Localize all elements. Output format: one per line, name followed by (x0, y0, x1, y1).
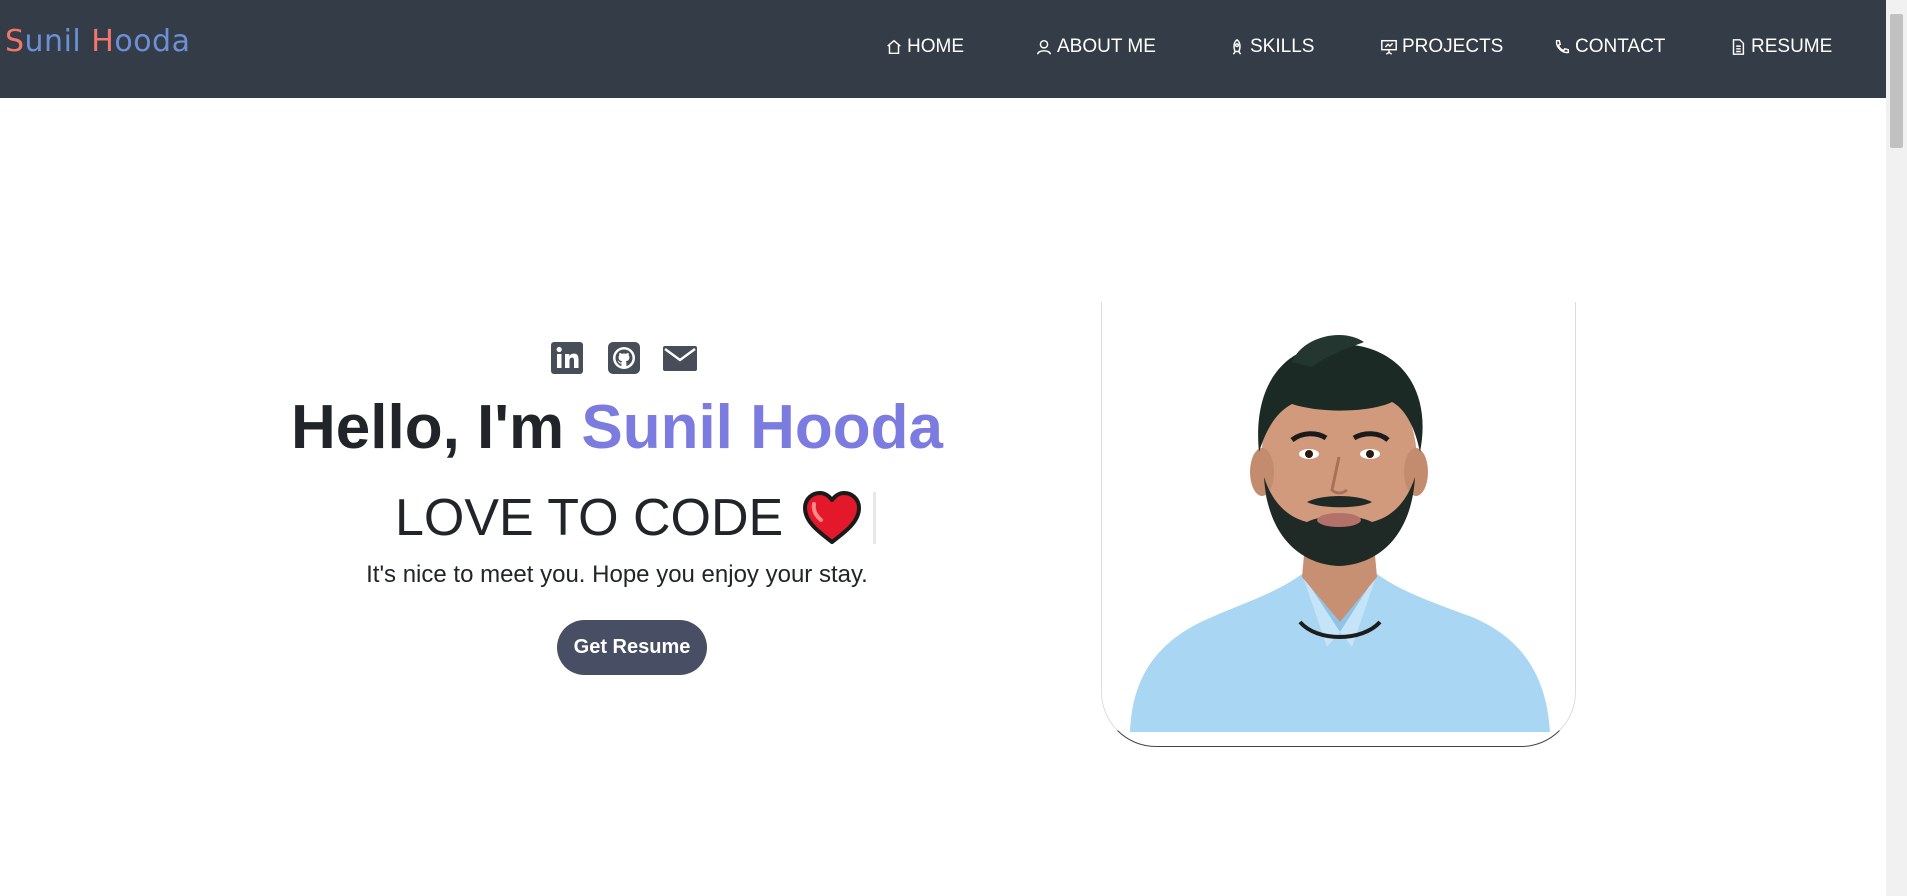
page-scrollbar[interactable] (1886, 0, 1907, 896)
document-icon (1732, 39, 1745, 55)
heart-icon (801, 490, 863, 546)
email-link[interactable] (663, 341, 697, 375)
hero-heading: Hello, I'm Sunil Hooda (0, 392, 1234, 463)
typing-cursor (873, 492, 877, 544)
home-icon (887, 39, 901, 55)
hero-greeting: Hello, I'm (290, 393, 582, 462)
nav-item-label: ABOUT ME (1057, 36, 1156, 57)
get-resume-button[interactable]: Get Resume (557, 620, 707, 675)
user-icon (1036, 39, 1052, 55)
portrait-illustration (1130, 334, 1550, 732)
nav-item-skills[interactable]: SKILLS (1228, 36, 1314, 58)
nav-item-label: CONTACT (1575, 36, 1666, 57)
github-icon (608, 342, 640, 374)
nav-item-projects[interactable]: PROJECTS (1380, 36, 1503, 58)
hero-tagline: LOVE TO CODE (395, 488, 877, 548)
nav-item-label: RESUME (1751, 36, 1833, 57)
social-links (550, 341, 700, 375)
github-link[interactable] (607, 341, 641, 375)
nav-item-label: PROJECTS (1402, 36, 1504, 57)
nav-item-contact[interactable]: CONTACT (1553, 36, 1665, 58)
nav-item-label: SKILLS (1250, 36, 1315, 57)
scrollbar-thumb[interactable] (1890, 14, 1903, 148)
rocket-icon (1232, 38, 1242, 55)
nav-item-about[interactable]: ABOUT ME (1035, 36, 1156, 58)
main-nav: HOME ABOUT ME SKILLS PROJECTS CONTACT RE… (0, 36, 1886, 66)
linkedin-icon (551, 342, 583, 374)
phone-icon (1555, 39, 1570, 54)
mail-icon (663, 346, 697, 371)
nav-item-resume[interactable]: RESUME (1729, 36, 1832, 58)
hero-subtitle: It's nice to meet you. Hope you enjoy yo… (366, 561, 868, 588)
navbar: Sunil Hooda HOME ABOUT ME SKILLS PROJECT… (0, 0, 1886, 98)
hero-name: Sunil Hooda (581, 393, 943, 462)
profile-photo (1101, 302, 1576, 747)
tagline-text: LOVE TO CODE (395, 489, 784, 547)
linkedin-link[interactable] (550, 341, 584, 375)
presentation-icon (1381, 39, 1397, 55)
nav-item-label: HOME (907, 36, 964, 57)
nav-item-home[interactable]: HOME (885, 36, 964, 58)
